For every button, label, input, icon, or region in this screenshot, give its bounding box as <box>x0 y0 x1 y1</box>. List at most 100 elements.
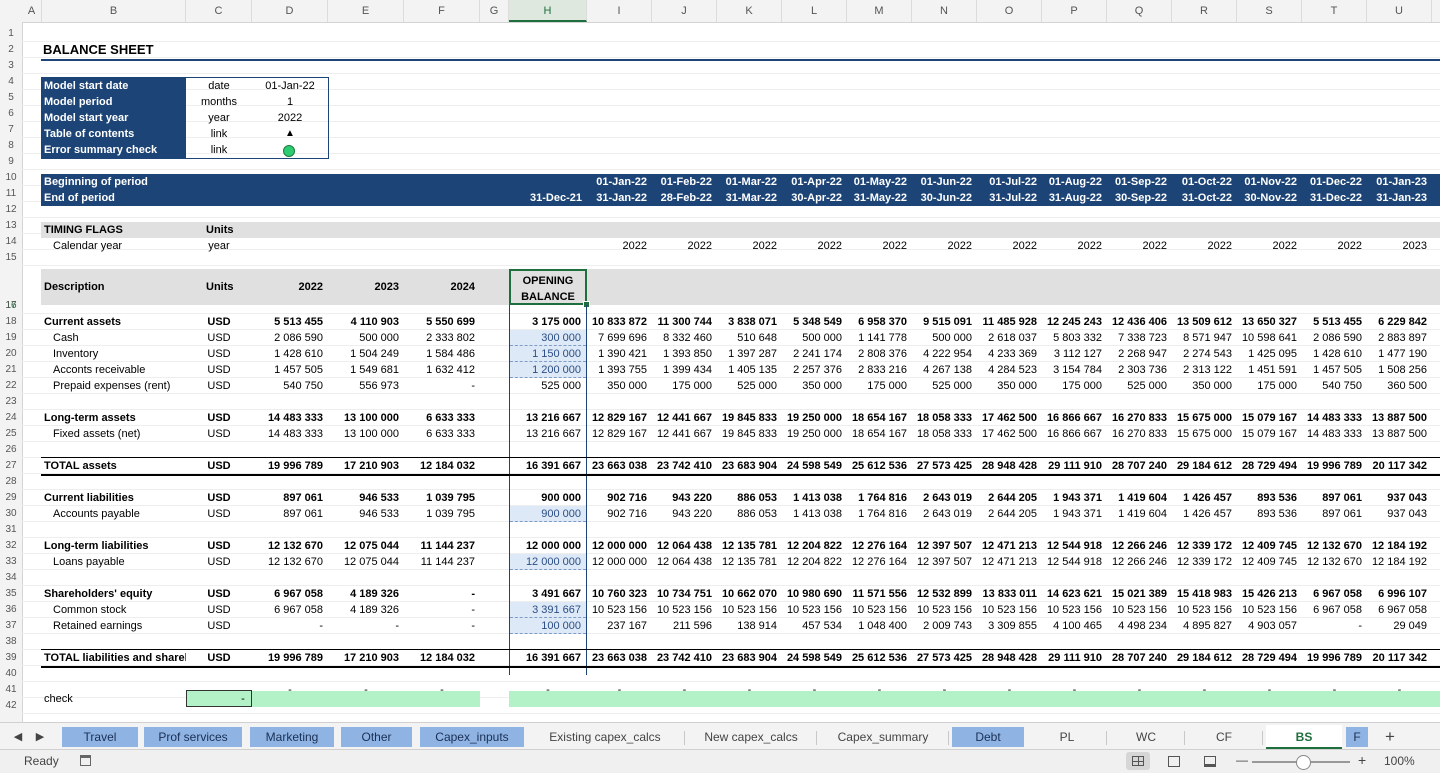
opening-balance-value[interactable]: 1 200 000 <box>510 362 586 378</box>
row-header-31[interactable]: 31 <box>0 522 22 538</box>
row-header-27[interactable]: 27 <box>0 458 22 474</box>
row-header-37[interactable]: 37 <box>0 618 22 634</box>
row-header-39[interactable]: 39 <box>0 650 22 666</box>
row-header-41[interactable]: 41 <box>0 682 22 698</box>
page-layout-view-icon[interactable] <box>1168 756 1180 767</box>
row-header-24[interactable]: 24 <box>0 410 22 426</box>
tab-f[interactable]: F <box>1346 727 1368 747</box>
column-header-m[interactable]: M <box>847 0 912 22</box>
column-header-t[interactable]: T <box>1302 0 1367 22</box>
tab-other[interactable]: Other <box>341 727 412 747</box>
tab-existing-capex-calcs[interactable]: Existing capex_calcs <box>528 727 682 747</box>
tab-new-capex-calcs[interactable]: New capex_calcs <box>688 727 814 747</box>
zoom-level[interactable]: 100% <box>1384 754 1415 768</box>
row-header-32[interactable]: 32 <box>0 538 22 554</box>
opening-balance-value[interactable]: 1 150 000 <box>510 346 586 362</box>
row-header-19[interactable]: 19 <box>0 330 22 346</box>
opening-balance-value: 12 000 000 <box>525 540 581 552</box>
row-header-30[interactable]: 30 <box>0 506 22 522</box>
zoom-slider-thumb[interactable] <box>1296 755 1311 770</box>
monthly-value: 540 750 <box>1322 380 1362 392</box>
row-header-4[interactable]: 4 <box>0 74 22 90</box>
column-header-n[interactable]: N <box>912 0 977 22</box>
row-header-36[interactable]: 36 <box>0 602 22 618</box>
row-header-20[interactable]: 20 <box>0 346 22 362</box>
row-header-10[interactable]: 10 <box>0 170 22 186</box>
page-break-view-icon[interactable] <box>1204 756 1216 767</box>
row-header-33[interactable]: 33 <box>0 554 22 570</box>
column-header-f[interactable]: F <box>404 0 480 22</box>
row-header-6[interactable]: 6 <box>0 106 22 122</box>
column-header-s[interactable]: S <box>1237 0 1302 22</box>
row-header-7[interactable]: 7 <box>0 122 22 138</box>
row-header-42[interactable]: 42 <box>0 698 22 714</box>
tab-capex-inputs[interactable]: Capex_inputs <box>420 727 524 747</box>
opening-balance-value[interactable]: 12 000 000 <box>510 554 586 570</box>
row-header-34[interactable]: 34 <box>0 570 22 586</box>
row-header-17[interactable]: 17 <box>0 298 22 314</box>
column-header-i[interactable]: I <box>587 0 652 22</box>
tab-pl[interactable]: PL <box>1030 727 1104 747</box>
row-header-1[interactable]: 1 <box>0 26 22 42</box>
zoom-in-button[interactable]: + <box>1358 752 1366 768</box>
row-header-2[interactable]: 2 <box>0 42 22 58</box>
column-header-l[interactable]: L <box>782 0 847 22</box>
table-of-contents-link-icon[interactable]: ▲ <box>252 126 328 142</box>
column-header-q[interactable]: Q <box>1107 0 1172 22</box>
column-header-u[interactable]: U <box>1367 0 1432 22</box>
column-header-j[interactable]: J <box>652 0 717 22</box>
tab-wc[interactable]: WC <box>1110 727 1182 747</box>
normal-view-icon[interactable] <box>1126 752 1150 770</box>
row-header-25[interactable]: 25 <box>0 426 22 442</box>
column-header-d[interactable]: D <box>252 0 328 22</box>
row-header-18[interactable]: 18 <box>0 314 22 330</box>
row-header-12[interactable]: 12 <box>0 202 22 218</box>
row-header-9[interactable]: 9 <box>0 154 22 170</box>
column-header-o[interactable]: O <box>977 0 1042 22</box>
tab-travel[interactable]: Travel <box>62 727 138 747</box>
opening-balance-value[interactable]: 100 000 <box>510 618 586 634</box>
tab-capex-summary[interactable]: Capex_summary <box>820 727 946 747</box>
opening-balance-value[interactable]: 300 000 <box>510 330 586 346</box>
row-header-40[interactable]: 40 <box>0 666 22 682</box>
opening-balance-value[interactable]: 900 000 <box>510 506 586 522</box>
row-header-11[interactable]: 11 <box>0 186 22 202</box>
column-header-e[interactable]: E <box>328 0 404 22</box>
row-header-13[interactable]: 13 <box>0 218 22 234</box>
column-header-c[interactable]: C <box>186 0 252 22</box>
row-header-28[interactable]: 28 <box>0 474 22 490</box>
column-header-a[interactable]: A <box>22 0 42 22</box>
row-header-5[interactable]: 5 <box>0 90 22 106</box>
tab-debt[interactable]: Debt <box>952 727 1024 747</box>
row-header-35[interactable]: 35 <box>0 586 22 602</box>
tab-prof-services[interactable]: Prof services <box>144 727 242 747</box>
row-header-26[interactable]: 26 <box>0 442 22 458</box>
tab-scroll-prev[interactable]: ◀ <box>8 727 28 747</box>
row-header-38[interactable]: 38 <box>0 634 22 650</box>
row-header-22[interactable]: 22 <box>0 378 22 394</box>
tab-cf[interactable]: CF <box>1188 727 1260 747</box>
row-header-14[interactable]: 14 <box>0 234 22 250</box>
column-header-p[interactable]: P <box>1042 0 1107 22</box>
row-header-15[interactable]: 15 <box>0 250 22 266</box>
column-header-b[interactable]: B <box>42 0 186 22</box>
tab-marketing[interactable]: Marketing <box>250 727 334 747</box>
row-header-3[interactable]: 3 <box>0 58 22 74</box>
worksheet-grid[interactable]: BALANCE SHEET Beginning of period End of… <box>22 22 1440 722</box>
row-header-8[interactable]: 8 <box>0 138 22 154</box>
column-header-h[interactable]: H <box>509 0 587 22</box>
opening-balance-value[interactable]: 3 391 667 <box>510 602 586 618</box>
error-check-ok-icon[interactable] <box>283 145 295 157</box>
row-header-23[interactable]: 23 <box>0 394 22 410</box>
column-header-k[interactable]: K <box>717 0 782 22</box>
add-sheet-button[interactable]: + <box>1378 727 1402 747</box>
tab-scroll-next[interactable]: ▶ <box>30 727 50 747</box>
row-header-29[interactable]: 29 <box>0 490 22 506</box>
zoom-out-button[interactable]: — <box>1236 753 1248 767</box>
column-header-g[interactable]: G <box>480 0 509 22</box>
opening-balance-header[interactable]: OPENING BALANCE <box>509 269 587 305</box>
accessibility-icon[interactable] <box>80 755 91 766</box>
column-header-r[interactable]: R <box>1172 0 1237 22</box>
row-header-21[interactable]: 21 <box>0 362 22 378</box>
tab-bs[interactable]: BS <box>1266 725 1342 749</box>
